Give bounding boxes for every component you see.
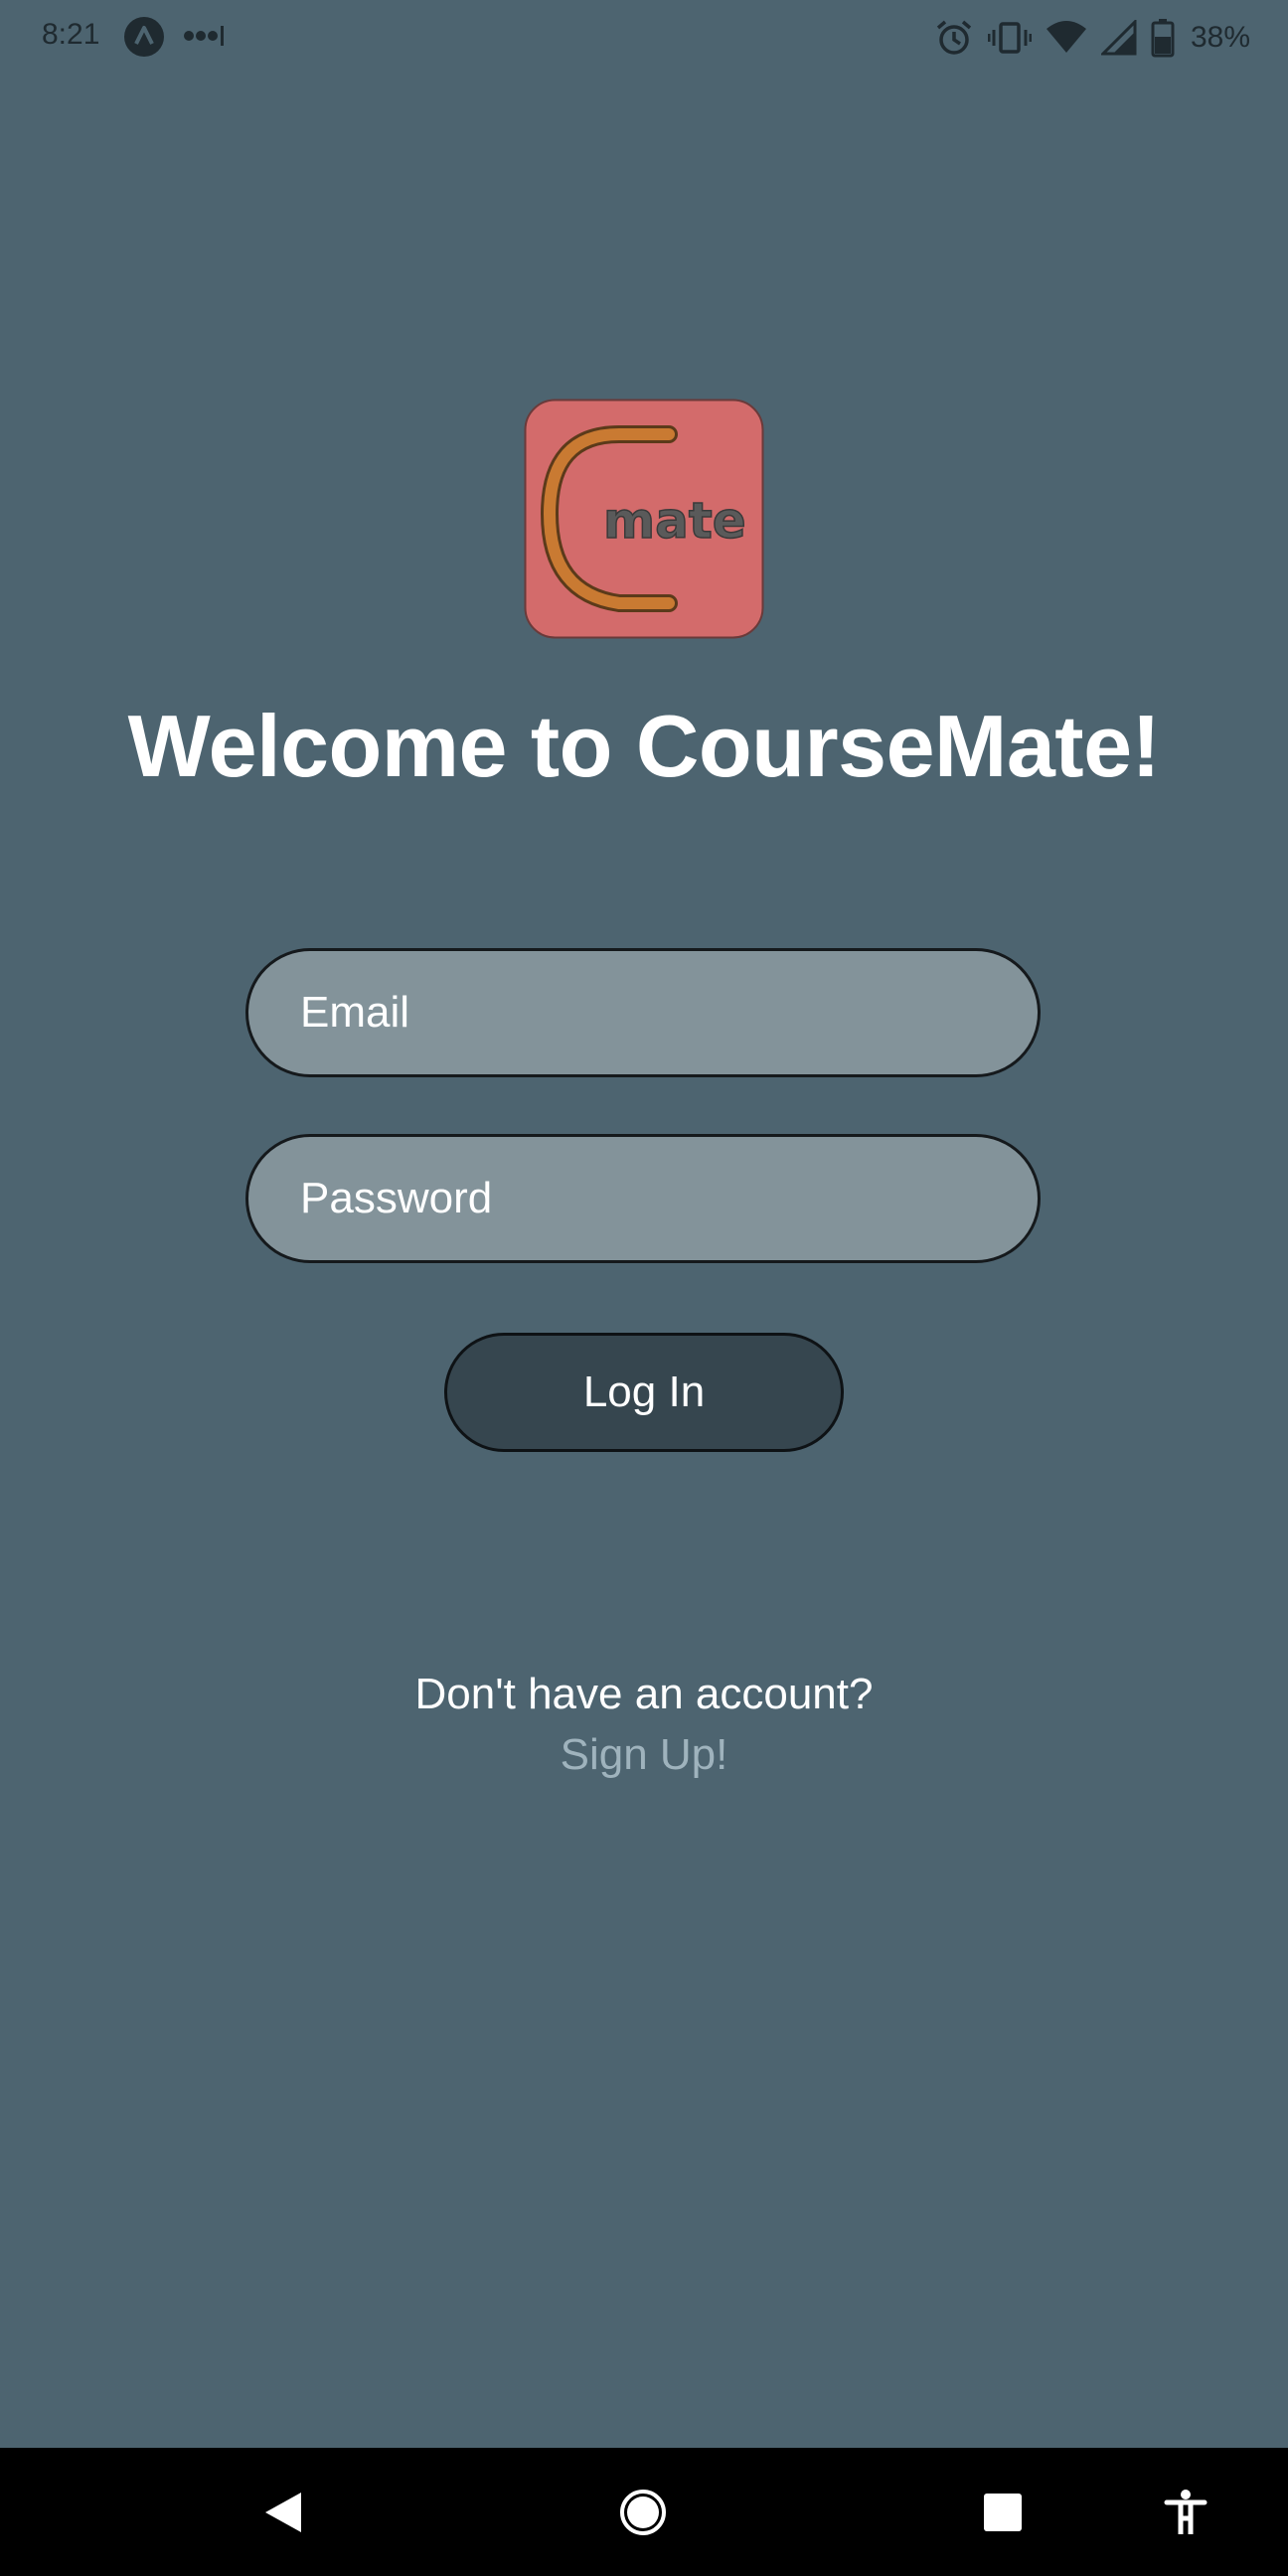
recents-icon bbox=[984, 2493, 1022, 2531]
more-dots-icon bbox=[184, 26, 224, 46]
app-logo: mate bbox=[524, 399, 764, 639]
home-icon bbox=[620, 2489, 666, 2535]
home-button[interactable] bbox=[598, 2448, 688, 2576]
accessibility-icon bbox=[1164, 2489, 1208, 2534]
wifi-icon bbox=[1046, 21, 1086, 53]
welcome-title: Welcome to CourseMate! bbox=[127, 697, 1161, 795]
status-bar: 8:21 38% bbox=[0, 0, 1288, 76]
logo-text: mate bbox=[603, 492, 746, 550]
email-input[interactable] bbox=[248, 951, 1038, 1074]
status-icons: 38% bbox=[934, 14, 1250, 62]
status-time: 8:21 bbox=[42, 18, 100, 51]
login-screen: 8:21 38% mate Welcome to CourseMate! Ema… bbox=[0, 0, 1288, 2576]
navigation-bar bbox=[0, 2448, 1288, 2576]
alarm-icon bbox=[936, 20, 972, 55]
signup-link-label[interactable]: Sign Up! bbox=[561, 1730, 728, 1779]
login-button[interactable]: Log In bbox=[444, 1333, 844, 1452]
battery-icon bbox=[1151, 19, 1175, 58]
battery-percent: 38% bbox=[1190, 21, 1250, 54]
signup-prompt: Don't have an account? bbox=[414, 1670, 874, 1718]
login-button-label: Log In bbox=[582, 1368, 706, 1416]
back-icon bbox=[265, 2492, 301, 2532]
recents-button[interactable] bbox=[958, 2448, 1047, 2576]
signup-link[interactable]: Sign Up! bbox=[0, 1730, 1288, 1780]
accessibility-button[interactable] bbox=[1141, 2448, 1230, 2576]
back-button[interactable] bbox=[239, 2448, 328, 2576]
password-input[interactable] bbox=[248, 1137, 1038, 1260]
email-field-container bbox=[245, 948, 1041, 1077]
signal-icon bbox=[1100, 20, 1137, 56]
vibrate-icon bbox=[987, 22, 1032, 54]
app-notification-icon bbox=[124, 17, 164, 57]
password-field-container bbox=[245, 1134, 1041, 1263]
